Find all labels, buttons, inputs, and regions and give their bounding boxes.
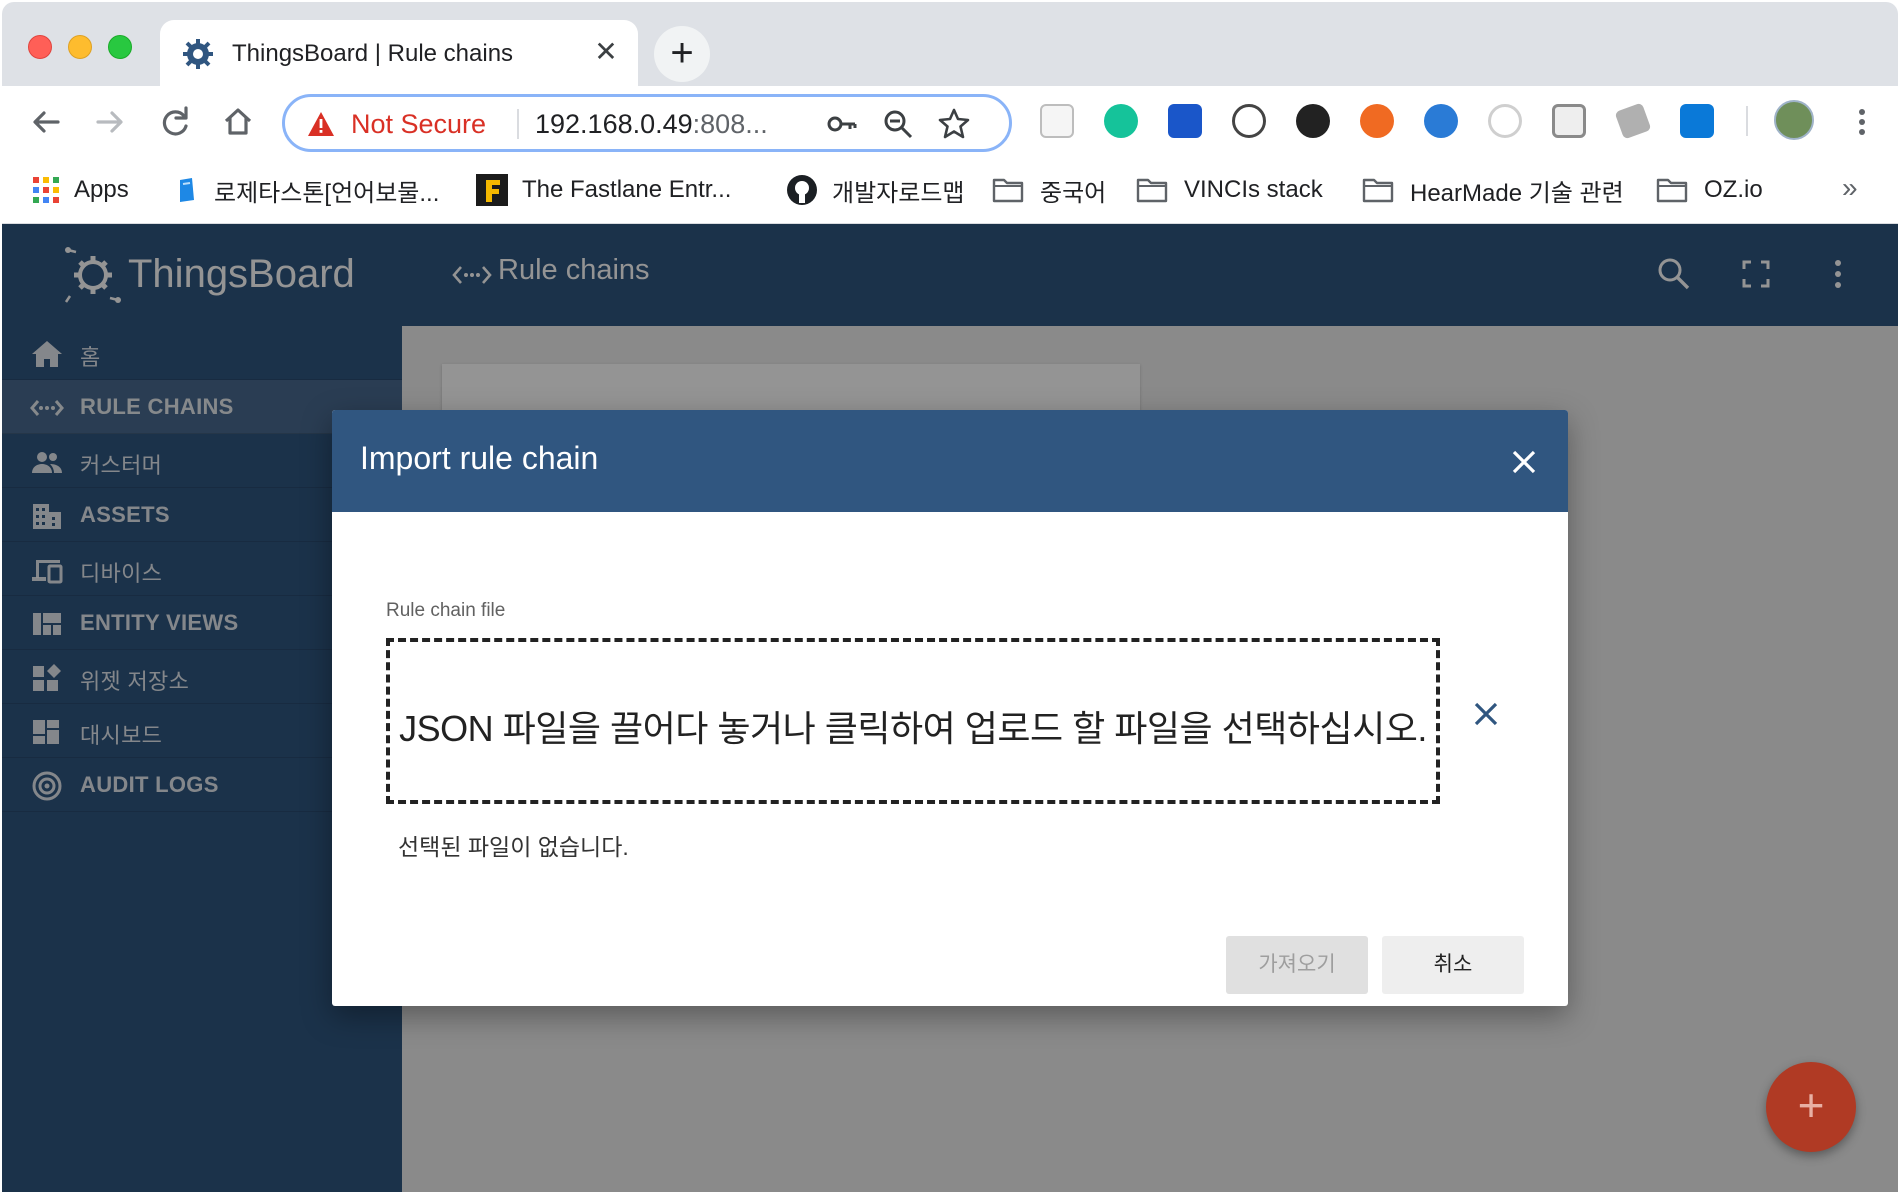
github-icon bbox=[787, 175, 817, 205]
forward-arrow-icon[interactable] bbox=[88, 100, 132, 144]
globe-extension-icon[interactable] bbox=[1424, 104, 1458, 138]
maximize-window-button[interactable] bbox=[108, 35, 132, 59]
fastlane-icon bbox=[476, 174, 508, 206]
bookmark-label: OZ.io bbox=[1704, 176, 1763, 203]
browser-toolbar: Not Secure 192.168.0.49:808... bbox=[2, 86, 1898, 158]
file-dropzone[interactable]: JSON 파일을 끌어다 놓거나 클릭하여 업로드 할 파일을 선택하십시오. bbox=[386, 638, 1440, 804]
dropzone-text: JSON 파일을 끌어다 놓거나 클릭하여 업로드 할 파일을 선택하십시오. bbox=[399, 708, 1427, 749]
folder-icon bbox=[1362, 178, 1394, 203]
star-icon[interactable] bbox=[937, 107, 971, 141]
tab-strip: ThingsBoard | Rule chains ✕ + bbox=[2, 2, 1898, 86]
more-bookmarks-icon[interactable]: » bbox=[1842, 172, 1858, 204]
url-host: 192.168.0.49 bbox=[535, 109, 693, 139]
layout-extension-icon[interactable] bbox=[1552, 104, 1586, 138]
not-secure-label[interactable]: Not Secure bbox=[351, 109, 486, 140]
minimize-window-button[interactable] bbox=[68, 35, 92, 59]
bookmark-rosetta[interactable]: 로제타스톤[언어보물... bbox=[172, 170, 439, 210]
close-window-button[interactable] bbox=[28, 35, 52, 59]
zoom-out-icon[interactable] bbox=[881, 107, 915, 141]
bookmark-label: HearMade 기술 관련 bbox=[1410, 179, 1624, 207]
add-rule-chain-button[interactable]: + bbox=[1766, 1062, 1856, 1152]
address-bar[interactable]: Not Secure 192.168.0.49:808... bbox=[282, 94, 1012, 152]
bookmark-label: The Fastlane Entr... bbox=[522, 176, 732, 203]
extension-icon-1[interactable] bbox=[1040, 104, 1074, 138]
bookmark-folder-ozio[interactable]: OZ.io bbox=[1656, 170, 1763, 210]
bookmark-apps[interactable]: Apps bbox=[32, 170, 129, 210]
json-viewer-icon[interactable] bbox=[1232, 104, 1266, 138]
browser-tab-active[interactable]: ThingsBoard | Rule chains ✕ bbox=[160, 20, 638, 86]
bookmark-folder-hearmade[interactable]: HearMade 기술 관련 bbox=[1362, 170, 1624, 210]
cancel-button[interactable]: 취소 bbox=[1382, 936, 1524, 994]
close-icon[interactable] bbox=[1504, 442, 1544, 482]
back-arrow-icon[interactable] bbox=[24, 100, 68, 144]
bookmark-label: 중국어 bbox=[1040, 179, 1107, 207]
home-icon[interactable] bbox=[216, 100, 260, 144]
lifebuoy-extension-icon[interactable] bbox=[1360, 104, 1394, 138]
bookmarks-bar: Apps 로제타스톤[언어보물... The Fastlane Entr... … bbox=[2, 158, 1898, 224]
g-extension-icon[interactable] bbox=[1488, 104, 1522, 138]
bookmark-label: Apps bbox=[74, 176, 129, 203]
tag-extension-icon[interactable] bbox=[1614, 102, 1652, 140]
bookmark-label: VINCIs stack bbox=[1184, 176, 1323, 203]
no-file-selected-text: 선택된 파일이 없습니다. bbox=[398, 834, 629, 860]
import-button[interactable]: 가져오기 bbox=[1226, 936, 1368, 994]
omnibox-divider bbox=[517, 109, 519, 139]
import-rule-chain-dialog: Import rule chain Rule chain file JSON 파… bbox=[332, 410, 1568, 1006]
reload-icon[interactable] bbox=[152, 100, 196, 144]
key-icon[interactable] bbox=[825, 107, 859, 141]
bookmark-label: 개발자로드맵 bbox=[832, 179, 965, 207]
warning-icon bbox=[308, 112, 334, 136]
clear-file-icon[interactable] bbox=[1464, 692, 1508, 736]
thingsboard-favicon-icon bbox=[183, 39, 213, 69]
profile-avatar[interactable] bbox=[1774, 100, 1814, 140]
toolbar-divider bbox=[1746, 106, 1748, 136]
new-tab-button[interactable]: + bbox=[654, 26, 710, 82]
rule-chain-file-label: Rule chain file bbox=[386, 600, 506, 621]
url-port: :808... bbox=[692, 109, 768, 139]
apps-grid-icon bbox=[33, 177, 59, 203]
dialog-header: Import rule chain bbox=[332, 410, 1568, 512]
bookmark-extension-icon[interactable] bbox=[1168, 104, 1202, 138]
bookmark-fastlane[interactable]: The Fastlane Entr... bbox=[476, 170, 731, 210]
bookmark-folder-vincis[interactable]: VINCIs stack bbox=[1136, 170, 1323, 210]
dialog-title: Import rule chain bbox=[360, 440, 599, 476]
bookmark-dev-roadmap[interactable]: 개발자로드맵 bbox=[786, 170, 964, 210]
browser-menu-icon[interactable] bbox=[1844, 104, 1880, 140]
folder-icon bbox=[992, 178, 1024, 203]
trello-icon[interactable] bbox=[1680, 104, 1714, 138]
bookmark-folder-chinese[interactable]: 중국어 bbox=[992, 170, 1106, 210]
grammarly-icon[interactable] bbox=[1104, 104, 1138, 138]
tab-title: ThingsBoard | Rule chains bbox=[232, 40, 514, 67]
clock-extension-icon[interactable] bbox=[1296, 104, 1330, 138]
tab-close-icon[interactable]: ✕ bbox=[588, 34, 624, 70]
folder-icon bbox=[1136, 178, 1168, 203]
rosetta-stone-icon bbox=[180, 178, 194, 202]
folder-icon bbox=[1656, 178, 1688, 203]
url-text[interactable]: 192.168.0.49:808... bbox=[535, 109, 768, 140]
bookmark-label: 로제타스톤[언어보물... bbox=[214, 179, 440, 207]
